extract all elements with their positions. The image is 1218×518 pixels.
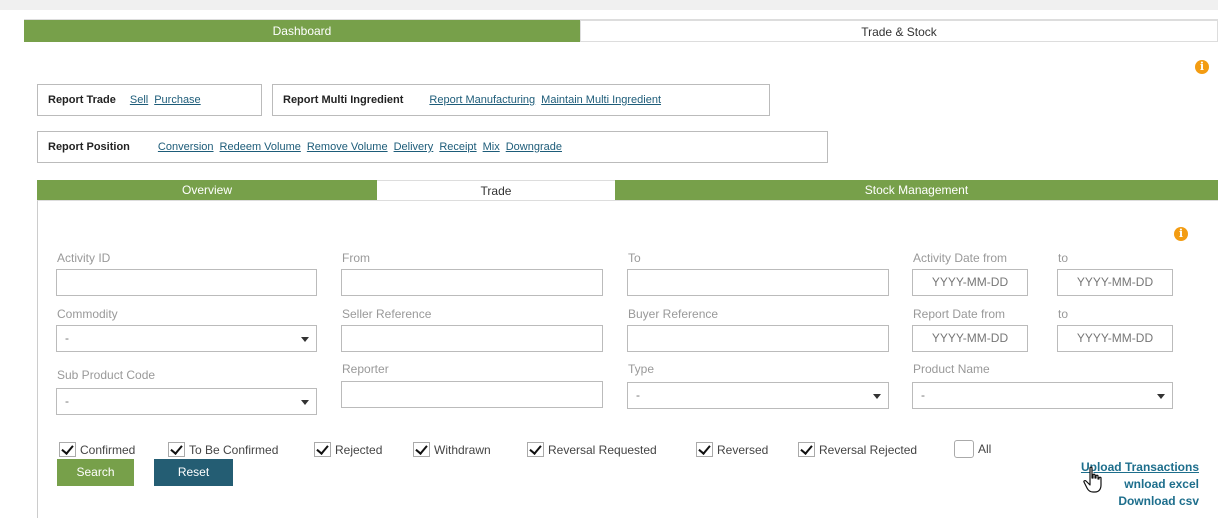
status-label: Reversed [717,442,769,457]
checkbox-icon[interactable] [314,442,331,457]
report-multi-box: Report Multi Ingredient Report Manufactu… [272,84,770,116]
activity-id-input[interactable] [56,269,317,296]
download-csv-link[interactable]: Download csv [1118,494,1199,508]
from-label: From [342,251,370,265]
report-position-label: Report Position [48,141,130,153]
status-label: Reversal Requested [548,442,657,457]
status-withdrawn-checkbox[interactable]: Withdrawn [413,442,491,457]
buyer-reference-label: Buyer Reference [628,307,719,321]
sub-product-code-label: Sub Product Code [57,368,156,382]
type-select[interactable]: - [627,382,889,409]
report-date-to-input[interactable]: YYYY-MM-DD [1057,325,1173,352]
checkbox-icon[interactable] [168,442,185,457]
activity-date-to-label: to [1058,251,1069,265]
sell-link[interactable]: Sell [130,94,148,106]
status-reversed-checkbox[interactable]: Reversed [696,442,768,457]
hand-pointer-icon [1083,466,1102,493]
commodity-select[interactable]: - [56,325,317,352]
status-label: All [978,442,992,456]
report-manufacturing-link[interactable]: Report Manufacturing [429,94,535,106]
reporter-label: Reporter [342,362,389,376]
seller-reference-input[interactable] [341,325,603,352]
checkbox-icon[interactable] [527,442,544,457]
info-icon[interactable]: i [1195,60,1209,74]
status-label: Withdrawn [434,442,491,457]
chevron-down-icon [301,400,309,405]
report-date-to-label: to [1058,307,1069,321]
status-all-checkbox[interactable]: All [954,440,991,458]
purchase-link[interactable]: Purchase [154,94,200,106]
product-name-value: - [921,388,925,402]
search-button[interactable]: Search [57,459,134,486]
chevron-down-icon [301,337,309,342]
type-label: Type [628,362,655,376]
checkbox-icon[interactable] [798,442,815,457]
status-reversal-requested-checkbox[interactable]: Reversal Requested [527,442,657,457]
status-label: Rejected [335,442,383,457]
status-reversal-rejected-checkbox[interactable]: Reversal Rejected [798,442,917,457]
tab-trade-stock[interactable]: Trade & Stock [580,20,1218,42]
report-date-from-label: Report Date from [913,307,1006,321]
conversion-link[interactable]: Conversion [158,141,214,153]
delivery-link[interactable]: Delivery [394,141,434,153]
commodity-value: - [65,331,69,345]
buyer-reference-input[interactable] [627,325,889,352]
receipt-link[interactable]: Receipt [439,141,476,153]
report-trade-label: Report Trade [48,94,116,106]
to-label: To [628,251,641,265]
tab-stock-management[interactable]: Stock Management [615,180,1218,200]
report-position-box: Report Position Conversion Redeem Volume… [37,131,828,163]
info-icon[interactable]: i [1174,227,1188,241]
checkbox-icon[interactable] [413,442,430,457]
redeem-volume-link[interactable]: Redeem Volume [220,141,301,153]
to-input[interactable] [627,269,889,296]
maintain-multi-ingredient-link[interactable]: Maintain Multi Ingredient [541,94,661,106]
activity-date-from-input[interactable]: YYYY-MM-DD [912,269,1028,296]
sub-product-code-value: - [65,394,69,408]
tab-dashboard[interactable]: Dashboard [24,20,580,42]
status-label: To Be Confirmed [189,442,279,457]
checkbox-icon[interactable] [696,442,713,457]
report-multi-label: Report Multi Ingredient [283,94,404,106]
type-value: - [636,388,640,402]
tab-trade[interactable]: Trade [377,180,615,200]
reporter-input[interactable] [341,381,603,408]
chevron-down-icon [873,394,881,399]
status-to-be-confirmed-checkbox[interactable]: To Be Confirmed [168,442,278,457]
status-rejected-checkbox[interactable]: Rejected [314,442,382,457]
product-name-select[interactable]: - [912,382,1173,409]
remove-volume-link[interactable]: Remove Volume [307,141,388,153]
status-label: Confirmed [80,442,136,457]
download-excel-link[interactable]: wnload excel [1124,477,1199,491]
chevron-down-icon [1157,394,1165,399]
activity-date-from-label: Activity Date from [913,251,1008,265]
report-trade-box: Report Trade Sell Purchase [37,84,262,116]
product-name-label: Product Name [913,362,990,376]
main-tabs: Dashboard Trade & Stock [24,19,1218,43]
from-input[interactable] [341,269,603,296]
tab-overview[interactable]: Overview [37,180,377,200]
top-strip [0,0,1218,10]
checkbox-icon[interactable] [59,442,76,457]
report-date-from-input[interactable]: YYYY-MM-DD [912,325,1028,352]
sub-tabs: Overview Trade Stock Management [37,180,1218,200]
activity-id-label: Activity ID [57,251,111,265]
activity-date-to-input[interactable]: YYYY-MM-DD [1057,269,1173,296]
commodity-label: Commodity [57,307,118,321]
sub-product-code-select[interactable]: - [56,388,317,415]
seller-reference-label: Seller Reference [342,307,432,321]
status-label: Reversal Rejected [819,442,918,457]
downgrade-link[interactable]: Downgrade [506,141,562,153]
reset-button[interactable]: Reset [154,459,233,486]
checkbox-icon[interactable] [954,440,974,458]
status-confirmed-checkbox[interactable]: Confirmed [59,442,135,457]
mix-link[interactable]: Mix [483,141,500,153]
